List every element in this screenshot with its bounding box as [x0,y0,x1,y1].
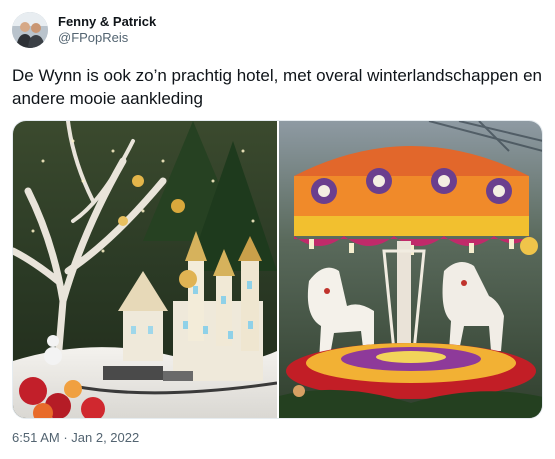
photo-winter-village[interactable] [13,121,277,418]
tweet-header: Fenny & Patrick @FPopReis [12,12,156,48]
author-names: Fenny & Patrick @FPopReis [58,14,156,46]
author-handle[interactable]: @FPopReis [58,30,156,46]
tweet-media [12,120,543,419]
timestamp-separator: · [59,430,72,445]
tweet-card: Fenny & Patrick @FPopReis De Wynn is ook… [0,0,555,459]
tweet-time[interactable]: 6:51 AM [12,430,60,445]
tweet-text: De Wynn is ook zo’n prachtig hotel, met … [12,66,542,108]
author-display-name[interactable]: Fenny & Patrick [58,14,156,30]
photo-flower-carousel[interactable] [278,121,542,418]
tweet-date[interactable]: Jan 2, 2022 [71,430,139,445]
avatar[interactable] [12,12,48,48]
tweet-timestamp[interactable]: 6:51 AM · Jan 2, 2022 [12,430,139,445]
